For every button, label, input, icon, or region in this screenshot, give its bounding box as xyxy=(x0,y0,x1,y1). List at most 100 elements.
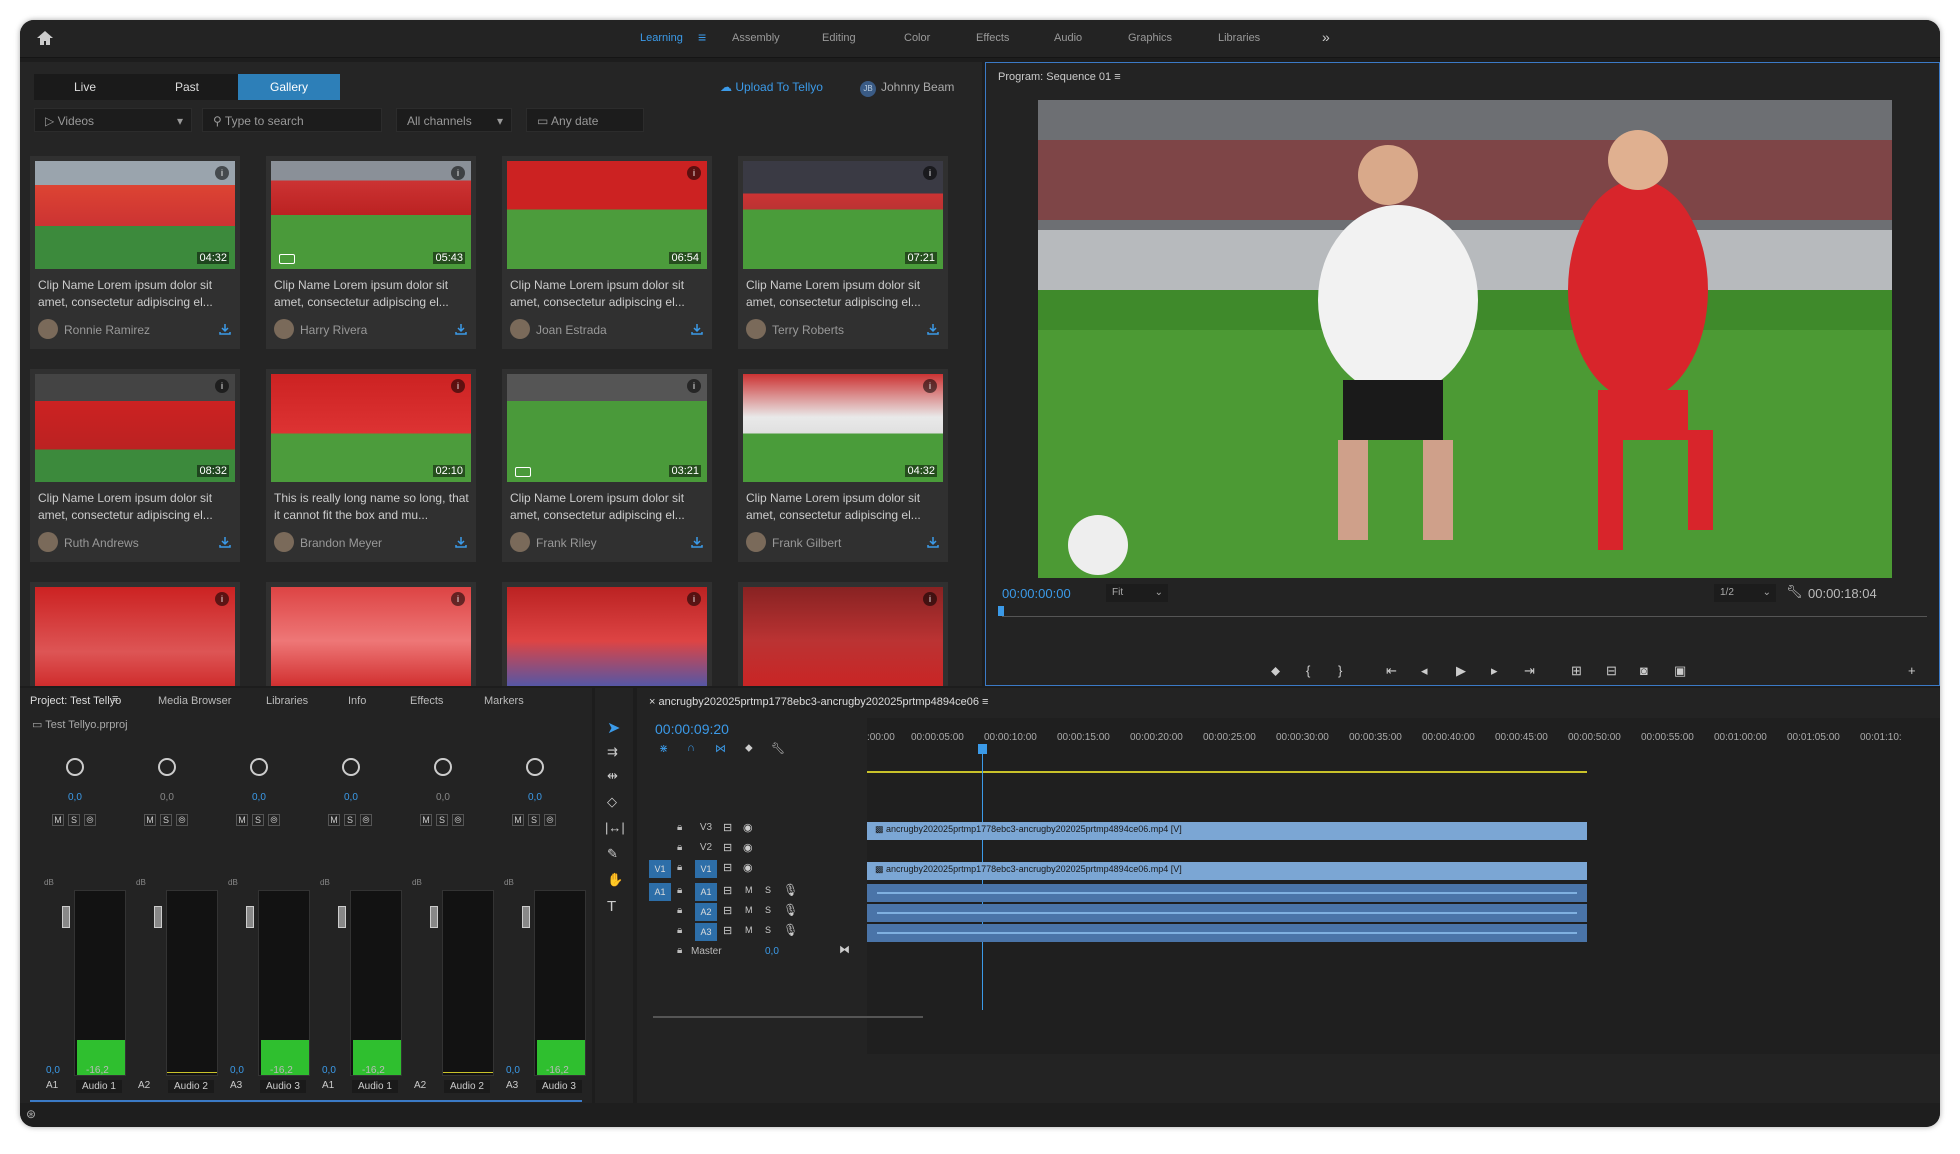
mark-out-icon[interactable]: } xyxy=(1338,663,1342,678)
workspace-audio[interactable]: Audio xyxy=(1054,32,1082,44)
lock-icon[interactable]: 🔒︎ xyxy=(677,822,682,833)
mute-button[interactable]: M xyxy=(52,814,64,826)
volume-fader[interactable] xyxy=(522,906,530,928)
solo-button[interactable]: S xyxy=(765,925,771,935)
pen-tool-icon[interactable]: ✎ xyxy=(607,846,618,862)
workspace-graphics[interactable]: Graphics xyxy=(1128,32,1172,44)
download-icon[interactable] xyxy=(218,535,232,549)
mute-button[interactable]: M xyxy=(328,814,340,826)
clip-card[interactable]: i xyxy=(266,582,476,686)
mute-button[interactable]: M xyxy=(745,885,753,895)
download-icon[interactable] xyxy=(926,535,940,549)
timeline-timecode[interactable]: 00:00:09:20 xyxy=(655,721,729,737)
sync-lock-icon[interactable]: ⊟ xyxy=(723,861,732,874)
lock-icon[interactable]: 🔒︎ xyxy=(677,945,682,956)
extract-icon[interactable]: ⊟ xyxy=(1606,663,1617,679)
lock-icon[interactable]: 🔒︎ xyxy=(677,842,682,853)
info-icon[interactable]: i xyxy=(451,379,465,393)
info-icon[interactable]: i xyxy=(215,379,229,393)
source-patch-a1[interactable]: A1 xyxy=(649,883,671,901)
clip-card[interactable]: i 08:32 Clip Name Lorem ipsum dolor sit a… xyxy=(30,369,240,562)
volume-fader[interactable] xyxy=(338,906,346,928)
audio-clip-a1[interactable] xyxy=(867,884,1587,902)
panel-menu-icon[interactable]: ≡ xyxy=(1114,71,1120,83)
type-tool-icon[interactable]: T xyxy=(607,898,616,915)
solo-button[interactable]: S xyxy=(160,814,172,826)
upload-button[interactable]: ☁ Upload To Tellyo xyxy=(720,80,823,94)
download-icon[interactable] xyxy=(690,322,704,336)
mute-button[interactable]: M xyxy=(144,814,156,826)
selection-tool-icon[interactable]: ➤ xyxy=(607,718,620,738)
lock-icon[interactable]: 🔒︎ xyxy=(677,885,682,896)
eye-icon[interactable]: ◉ xyxy=(743,841,753,854)
pan-knob[interactable] xyxy=(250,758,268,776)
add-button-icon[interactable]: + xyxy=(1908,663,1916,678)
download-icon[interactable] xyxy=(454,322,468,336)
add-marker-icon[interactable]: ⬥ xyxy=(745,742,753,755)
tab-effects[interactable]: Effects xyxy=(410,695,443,707)
sequence-tab[interactable]: × ancrugby202025prtmp1778ebc3-ancrugby20… xyxy=(649,696,988,708)
audio-clip-a2[interactable] xyxy=(867,904,1587,922)
workspace-editing[interactable]: Editing xyxy=(822,32,856,44)
download-icon[interactable] xyxy=(454,535,468,549)
eye-icon[interactable]: ◉ xyxy=(743,861,753,874)
tab-project[interactable]: Project: Test Tellyo xyxy=(30,695,121,707)
info-icon[interactable]: i xyxy=(687,592,701,606)
pan-knob[interactable] xyxy=(526,758,544,776)
video-clip-v3[interactable]: ▩ ancrugby202025prtmp1778ebc3-ancrugby20… xyxy=(867,822,1587,840)
microphone-icon[interactable]: 🎙︎ xyxy=(783,903,798,917)
project-file[interactable]: ▭ Test Tellyo.prproj xyxy=(32,718,128,731)
pan-value[interactable]: 0,0 xyxy=(528,792,542,803)
volume-value[interactable]: 0,0 xyxy=(506,1065,520,1076)
volume-fader[interactable] xyxy=(430,906,438,928)
lock-icon[interactable]: 🔒︎ xyxy=(677,905,682,916)
go-to-end-icon[interactable]: ⧓ xyxy=(839,943,850,956)
compare-icon[interactable]: ▣ xyxy=(1674,663,1686,679)
clip-card[interactable]: i 03:21 Clip Name Lorem ipsum dolor sit a… xyxy=(502,369,712,562)
playhead-marker[interactable] xyxy=(998,606,1004,616)
ripple-edit-tool-icon[interactable]: ⇹ xyxy=(607,768,618,784)
track-label[interactable]: V3 xyxy=(695,822,717,833)
mute-button[interactable]: M xyxy=(512,814,524,826)
track-label[interactable]: A3 xyxy=(695,923,717,941)
clip-card[interactable]: i xyxy=(738,582,948,686)
pan-value[interactable]: 0,0 xyxy=(344,792,358,803)
track-label[interactable]: A1 xyxy=(695,883,717,901)
info-icon[interactable]: i xyxy=(923,379,937,393)
solo-button[interactable]: S xyxy=(252,814,264,826)
pan-value[interactable]: 0,0 xyxy=(252,792,266,803)
tab-libraries[interactable]: Libraries xyxy=(266,695,308,707)
linked-selection-icon[interactable]: ⋈ xyxy=(715,742,726,755)
sync-lock-icon[interactable]: ⊟ xyxy=(723,924,732,937)
solo-button[interactable]: S xyxy=(436,814,448,826)
mark-in-icon[interactable]: { xyxy=(1306,663,1310,678)
tab-media-browser[interactable]: Media Browser xyxy=(158,695,231,707)
download-icon[interactable] xyxy=(926,322,940,336)
master-volume[interactable]: 0,0 xyxy=(765,946,779,957)
sync-lock-icon[interactable]: ⊟ xyxy=(723,884,732,897)
creative-cloud-icon[interactable]: ⊛ xyxy=(26,1107,36,1121)
info-icon[interactable]: i xyxy=(215,166,229,180)
record-button[interactable]: ⦾ xyxy=(84,814,96,826)
date-filter[interactable]: ▭ Any date xyxy=(526,108,644,132)
solo-button[interactable]: S xyxy=(765,905,771,915)
tab-gallery[interactable]: Gallery xyxy=(238,74,340,100)
eye-icon[interactable]: ◉ xyxy=(743,821,753,834)
volume-fader[interactable] xyxy=(62,906,70,928)
search-input[interactable]: ⚲ Type to search xyxy=(202,108,382,132)
solo-button[interactable]: S xyxy=(765,885,771,895)
user-badge[interactable]: JB Johnny Beam xyxy=(860,80,954,97)
go-to-in-icon[interactable]: ⇤ xyxy=(1386,663,1397,679)
workspace-assembly[interactable]: Assembly xyxy=(732,32,780,44)
clip-card[interactable]: i 05:43 Clip Name Lorem ipsum dolor sit a… xyxy=(266,156,476,349)
workspace-libraries[interactable]: Libraries xyxy=(1218,32,1260,44)
program-timecode[interactable]: 00:00:00:00 xyxy=(1002,586,1071,601)
info-icon[interactable]: i xyxy=(923,592,937,606)
volume-value[interactable]: 0,0 xyxy=(46,1065,60,1076)
sync-lock-icon[interactable]: ⊟ xyxy=(723,841,732,854)
more-workspaces-icon[interactable]: » xyxy=(1322,29,1330,45)
clip-card[interactable]: i 07:21 Clip Name Lorem ipsum dolor sit a… xyxy=(738,156,948,349)
tab-live[interactable]: Live xyxy=(34,74,136,100)
track-label[interactable]: A2 xyxy=(695,903,717,921)
volume-value[interactable]: 0,0 xyxy=(230,1065,244,1076)
